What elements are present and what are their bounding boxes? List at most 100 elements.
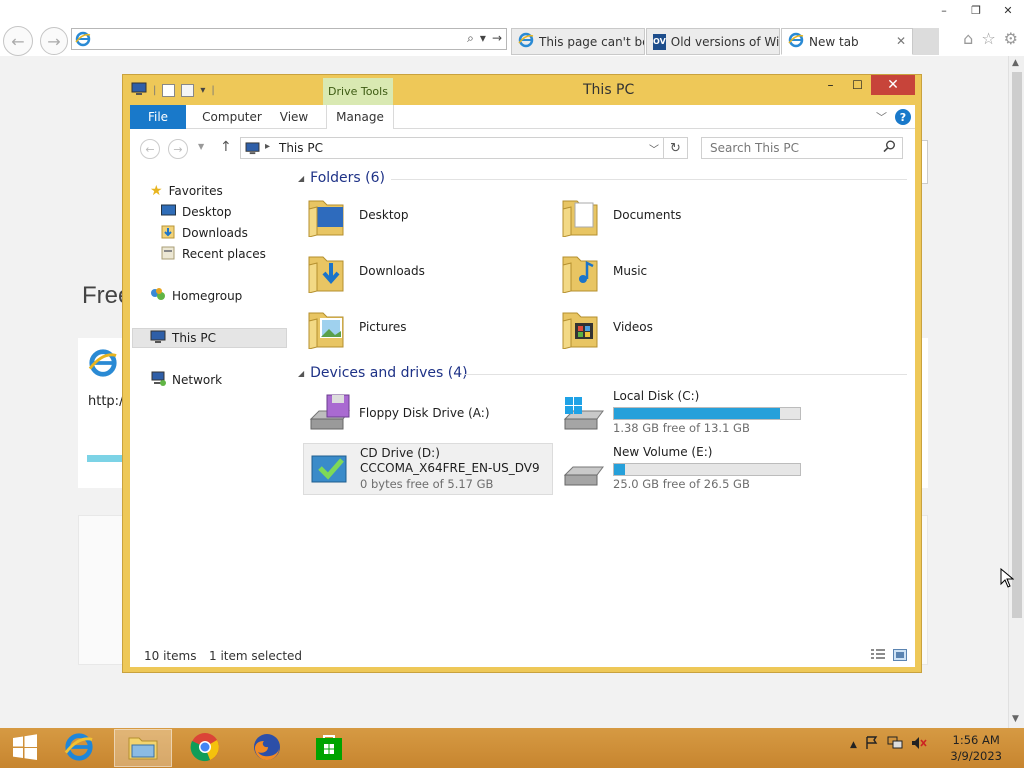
scroll-down-icon[interactable]: ▼	[1012, 714, 1019, 724]
close-button[interactable]: ✕	[871, 75, 915, 95]
folder-tile-desktop[interactable]: Desktop	[303, 189, 553, 241]
search-icon[interactable]: ⌕	[467, 31, 474, 46]
floppy-drive-icon	[307, 391, 355, 438]
up-arrow-icon[interactable]: ↑	[220, 139, 232, 155]
cd-drive-icon	[308, 448, 356, 495]
drive-tile-new-volume-e[interactable]: New Volume (E:) 25.0 GB free of 26.5 GB	[557, 443, 807, 495]
content-pane: ◢ Folders (6) Desktop Documents Download…	[297, 167, 915, 647]
sidebar-item-this-pc[interactable]: This PC	[132, 328, 287, 348]
drive-tile-cd-d[interactable]: CD Drive (D:) CCCOMA_X64FRE_EN-US_DV9 0 …	[303, 443, 553, 495]
collapse-icon[interactable]: ◢	[298, 369, 304, 378]
browser-window-controls: – ❐ ✕	[928, 0, 1024, 20]
sidebar-item-network[interactable]: Network	[150, 370, 222, 390]
details-view-icon[interactable]	[871, 649, 885, 664]
address-bar[interactable]: ▸ This PC ﹀	[240, 137, 664, 159]
hard-drive-icon	[561, 447, 609, 494]
show-hidden-icons-icon[interactable]: ▲	[850, 740, 857, 750]
customize-toolbar-icon[interactable]: ▾	[200, 85, 205, 96]
folder-tile-videos[interactable]: Videos	[557, 301, 807, 353]
sidebar-item-recent-places[interactable]: Recent places	[161, 244, 266, 264]
forward-button[interactable]: →	[40, 27, 68, 55]
star-icon[interactable]: ☆	[981, 29, 995, 48]
help-icon[interactable]: ?	[895, 109, 911, 125]
new-tab-button[interactable]	[913, 28, 939, 55]
gear-icon[interactable]: ⚙	[1004, 29, 1018, 48]
chevron-down-icon[interactable]: ▾	[480, 31, 486, 46]
back-arrow-icon: ←	[11, 31, 25, 51]
restore-button[interactable]: ❐	[960, 0, 992, 20]
volume-muted-icon[interactable]	[911, 736, 927, 753]
tab-manage[interactable]: Manage	[326, 105, 394, 129]
close-button[interactable]: ✕	[992, 0, 1024, 20]
address-bar[interactable]: ⌕ ▾ →	[71, 28, 507, 50]
chevron-down-icon[interactable]: ﹀	[649, 141, 659, 156]
sidebar-item-desktop[interactable]: Desktop	[161, 202, 232, 222]
browser-tab-active[interactable]: New tab ✕	[781, 28, 913, 55]
drive-usage-bar	[613, 407, 801, 420]
properties-icon[interactable]	[162, 84, 176, 97]
breadcrumb[interactable]: This PC	[279, 141, 323, 155]
start-button[interactable]	[0, 729, 50, 767]
scroll-up-icon[interactable]: ▲	[1012, 58, 1019, 68]
folder-tile-pictures[interactable]: Pictures	[303, 301, 553, 353]
folder-label: Pictures	[359, 320, 407, 334]
tab-view[interactable]: View	[272, 105, 316, 129]
browser-tab[interactable]: OV Old versions of Wi...	[646, 28, 780, 55]
folder-tile-music[interactable]: Music	[557, 245, 807, 297]
taskbar-chrome[interactable]	[176, 729, 234, 767]
drive-usage-fill	[614, 464, 625, 475]
collapse-icon[interactable]: ◢	[298, 174, 304, 183]
tab-computer[interactable]: Computer	[196, 105, 268, 129]
search-input[interactable]: Search This PC	[701, 137, 903, 159]
computer-icon	[131, 82, 147, 99]
folder-tile-downloads[interactable]: Downloads	[303, 245, 553, 297]
firefox-icon	[252, 732, 282, 765]
taskbar-file-explorer[interactable]	[114, 729, 172, 767]
frequent-site-tile[interactable]	[78, 338, 126, 488]
drive-tile-local-disk-c[interactable]: Local Disk (C:) 1.38 GB free of 13.1 GB	[557, 387, 807, 439]
ie-icon	[88, 348, 118, 381]
drive-tile-floppy[interactable]: Floppy Disk Drive (A:)	[303, 387, 553, 439]
large-icons-view-icon[interactable]	[893, 649, 907, 664]
scrollbar-thumb[interactable]	[1012, 72, 1022, 618]
forward-arrow-icon: →	[47, 31, 61, 51]
page-scrollbar[interactable]: ▲ ▼	[1008, 56, 1024, 728]
devices-group-header[interactable]: ◢ Devices and drives (4)	[298, 365, 468, 381]
sidebar-item-downloads[interactable]: Downloads	[161, 223, 248, 243]
taskbar-firefox[interactable]	[238, 729, 296, 767]
toolbar-divider: |	[153, 85, 157, 96]
close-tab-icon[interactable]: ✕	[896, 34, 906, 48]
go-arrow-icon[interactable]: →	[492, 31, 502, 46]
tab-label: New tab	[809, 34, 859, 49]
new-folder-icon[interactable]	[181, 84, 195, 97]
taskbar-clock[interactable]: 1:56 AM 3/9/2023	[950, 732, 1002, 764]
tab-file[interactable]: File	[130, 105, 186, 129]
back-button[interactable]: ←	[3, 26, 33, 56]
sidebar-item-favorites[interactable]: ★ Favorites	[150, 181, 223, 201]
network-icon[interactable]	[887, 736, 903, 753]
recent-locations-icon[interactable]: ▼	[198, 142, 204, 151]
forward-arrow-icon[interactable]: →	[168, 139, 188, 159]
folder-pictures-icon	[307, 305, 349, 352]
minimize-button[interactable]: –	[817, 75, 844, 95]
folder-tile-documents[interactable]: Documents	[557, 189, 807, 241]
refresh-button[interactable]: ↻	[664, 137, 688, 159]
folders-group-header[interactable]: ◢ Folders (6)	[298, 170, 385, 186]
folder-music-icon	[561, 249, 603, 296]
expand-ribbon-icon[interactable]: ﹀	[876, 109, 887, 125]
action-center-flag-icon[interactable]	[865, 736, 879, 753]
downloads-icon	[161, 224, 176, 242]
minimize-button[interactable]: –	[928, 0, 960, 20]
sidebar-item-label: Homegroup	[172, 289, 243, 303]
breadcrumb-separator-icon[interactable]: ▸	[265, 141, 270, 152]
browser-tab[interactable]: This page can't be...	[511, 28, 645, 55]
taskbar-store[interactable]	[300, 729, 358, 767]
folder-label: Videos	[613, 320, 653, 334]
maximize-button[interactable]: ☐	[844, 75, 871, 95]
taskbar-internet-explorer[interactable]	[50, 729, 108, 767]
home-icon[interactable]: ⌂	[963, 29, 973, 48]
sidebar-item-homegroup[interactable]: Homegroup	[150, 286, 242, 306]
back-arrow-icon[interactable]: ←	[140, 139, 160, 159]
drive-tools-context-tab: Drive Tools	[323, 78, 393, 105]
mouse-pointer-icon	[1000, 567, 1015, 591]
